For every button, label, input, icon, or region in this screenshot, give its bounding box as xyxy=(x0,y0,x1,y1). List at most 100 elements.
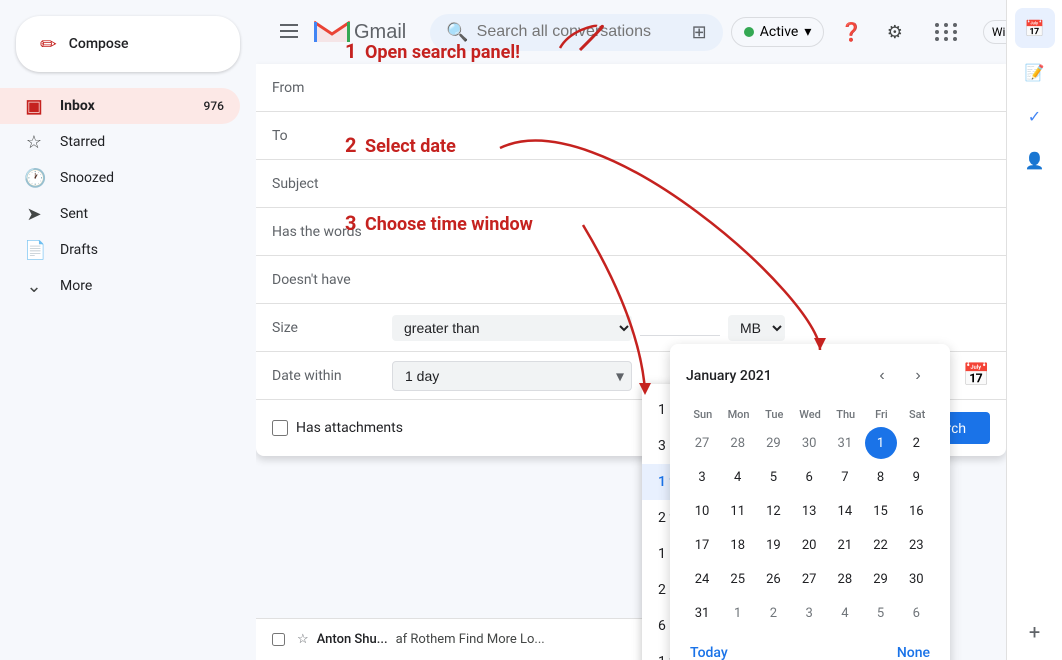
sidebar-item-more[interactable]: ⌄ More xyxy=(0,268,240,304)
calendar-day[interactable]: 8 xyxy=(865,461,897,493)
email-sender: Anton Shu... xyxy=(317,632,388,647)
from-input[interactable] xyxy=(392,80,990,96)
apps-button[interactable] xyxy=(919,7,975,57)
search-input[interactable] xyxy=(477,23,684,41)
status-button[interactable]: Active ▾ xyxy=(731,17,825,47)
calendar-day[interactable]: 20 xyxy=(793,529,825,561)
calendar-day[interactable]: 21 xyxy=(829,529,861,561)
compose-icon: ✏ xyxy=(40,32,57,56)
calendar-day[interactable]: 2 xyxy=(900,427,932,459)
subject-input[interactable] xyxy=(392,176,990,192)
wisestamp-label: WiseStamp xyxy=(992,25,1006,39)
calendar-today-button[interactable]: Today xyxy=(686,641,732,660)
apps-grid-icon xyxy=(927,15,967,49)
drafts-icon: 📄 xyxy=(24,240,44,261)
calendar-day[interactable]: 16 xyxy=(900,495,932,527)
to-input[interactable] xyxy=(392,128,990,144)
size-select[interactable]: greater than xyxy=(392,315,632,341)
calendar-day[interactable]: 30 xyxy=(793,427,825,459)
calendar-day[interactable]: 27 xyxy=(686,427,718,459)
email-checkbox[interactable] xyxy=(272,633,285,646)
calendar-day[interactable]: 13 xyxy=(793,495,825,527)
right-icon-contacts[interactable]: 👤 xyxy=(1015,140,1055,180)
sidebar-item-starred[interactable]: ☆ Starred xyxy=(0,124,240,160)
calendar-day[interactable]: 1 xyxy=(865,427,897,459)
calendar-day[interactable]: 4 xyxy=(829,597,861,629)
calendar-day[interactable]: 30 xyxy=(900,563,932,595)
calendar-day[interactable]: 12 xyxy=(757,495,789,527)
calendar-next-button[interactable]: › xyxy=(902,360,934,392)
calendar-day[interactable]: 14 xyxy=(829,495,861,527)
has-words-label: Has the words xyxy=(272,224,392,240)
calendar-day[interactable]: 3 xyxy=(793,597,825,629)
status-dot xyxy=(744,27,754,37)
size-label: Size xyxy=(272,320,392,336)
calendar-day[interactable]: 23 xyxy=(900,529,932,561)
calendar-day[interactable]: 29 xyxy=(865,563,897,595)
calendar-day[interactable]: 3 xyxy=(686,461,718,493)
calendar-day[interactable]: 31 xyxy=(829,427,861,459)
doesnt-have-input[interactable] xyxy=(392,272,990,288)
sidebar-item-sent[interactable]: ➤ Sent xyxy=(0,196,240,232)
calendar-day[interactable]: 29 xyxy=(757,427,789,459)
calendar-prev-button[interactable]: ‹ xyxy=(866,360,898,392)
calendar-day[interactable]: 11 xyxy=(722,495,754,527)
right-icon-notes[interactable]: 📝 xyxy=(1015,52,1055,92)
size-unit-select[interactable]: MB xyxy=(728,315,785,341)
help-button[interactable]: ❓ xyxy=(832,14,870,51)
search-icon: 🔍 xyxy=(446,22,468,43)
right-icon-tasks[interactable]: ✓ xyxy=(1015,96,1055,136)
wisestamp-button[interactable]: WiseStamp xyxy=(983,20,1006,44)
calendar-day[interactable]: 6 xyxy=(793,461,825,493)
calendar-header: January 2021 ‹ › xyxy=(686,360,934,392)
calendar-day[interactable]: 25 xyxy=(722,563,754,595)
calendar-icon-button[interactable]: 📅 xyxy=(963,363,990,388)
compose-button[interactable]: ✏ Compose xyxy=(16,16,240,72)
calendar-day[interactable]: 10 xyxy=(686,495,718,527)
calendar-day[interactable]: 27 xyxy=(793,563,825,595)
subject-label: Subject xyxy=(272,176,392,192)
sidebar-item-snoozed[interactable]: 🕐 Snoozed xyxy=(0,160,240,196)
calendar-day-header: Sat xyxy=(900,404,934,425)
calendar-day[interactable]: 22 xyxy=(865,529,897,561)
gmail-text: Gmail xyxy=(354,21,406,44)
sidebar-item-inbox[interactable]: ▣ Inbox 976 xyxy=(0,88,240,124)
settings-button[interactable]: ⚙ xyxy=(879,14,911,51)
calendar-day[interactable]: 28 xyxy=(829,563,861,595)
calendar-day[interactable]: 24 xyxy=(686,563,718,595)
calendar-day[interactable]: 6 xyxy=(900,597,932,629)
has-words-input[interactable] xyxy=(392,224,990,240)
calendar-day[interactable]: 17 xyxy=(686,529,718,561)
calendar-day[interactable]: 5 xyxy=(865,597,897,629)
calendar-day[interactable]: 7 xyxy=(829,461,861,493)
right-icon-calendar[interactable]: 📅 xyxy=(1015,8,1055,48)
right-panel-add-button[interactable]: + xyxy=(1015,612,1055,652)
calendar-day[interactable]: 19 xyxy=(757,529,789,561)
calendar-day[interactable]: 5 xyxy=(757,461,789,493)
calendar-day[interactable]: 4 xyxy=(722,461,754,493)
date-select[interactable]: 1 day xyxy=(392,361,632,391)
calendar-day[interactable]: 9 xyxy=(900,461,932,493)
calendar-title: January 2021 xyxy=(686,368,772,384)
gmail-logo: Gmail xyxy=(314,18,406,46)
topbar-right: Active ▾ ❓ ⚙ WiseStamp G xyxy=(731,7,1006,57)
email-star-icon[interactable]: ☆ xyxy=(297,632,309,647)
calendar-day[interactable]: 2 xyxy=(757,597,789,629)
has-attachments-checkbox[interactable] xyxy=(272,420,288,436)
calendar-none-button[interactable]: None xyxy=(893,641,934,660)
filter-icon[interactable]: ⊞ xyxy=(692,22,707,43)
calendar-day-header: Fri xyxy=(865,404,899,425)
calendar-day-header: Mon xyxy=(722,404,756,425)
calendar-day[interactable]: 26 xyxy=(757,563,789,595)
inbox-label: Inbox xyxy=(60,98,95,114)
calendar-day[interactable]: 18 xyxy=(722,529,754,561)
search-bar[interactable]: 🔍 ⊞ xyxy=(430,14,723,51)
calendar-day-header: Thu xyxy=(829,404,863,425)
calendar-day[interactable]: 31 xyxy=(686,597,718,629)
calendar-day[interactable]: 15 xyxy=(865,495,897,527)
sidebar-item-drafts[interactable]: 📄 Drafts xyxy=(0,232,240,268)
hamburger-button[interactable] xyxy=(272,15,306,50)
size-value-input[interactable] xyxy=(640,319,720,336)
calendar-day[interactable]: 28 xyxy=(722,427,754,459)
calendar-day[interactable]: 1 xyxy=(722,597,754,629)
